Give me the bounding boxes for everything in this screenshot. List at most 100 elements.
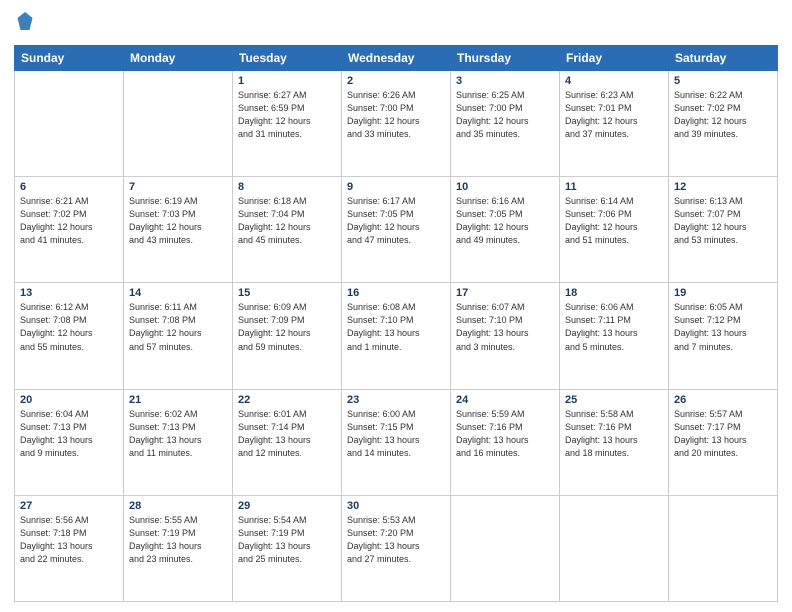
day-number: 19 — [674, 287, 772, 299]
week-row-3: 13Sunrise: 6:12 AM Sunset: 7:08 PM Dayli… — [15, 283, 778, 389]
week-row-4: 20Sunrise: 6:04 AM Sunset: 7:13 PM Dayli… — [15, 389, 778, 495]
day-info: Sunrise: 6:17 AM Sunset: 7:05 PM Dayligh… — [347, 195, 445, 247]
day-number: 3 — [456, 75, 554, 87]
weekday-header-wednesday: Wednesday — [342, 46, 451, 71]
weekday-header-row: SundayMondayTuesdayWednesdayThursdayFrid… — [15, 46, 778, 71]
day-info: Sunrise: 5:56 AM Sunset: 7:18 PM Dayligh… — [20, 514, 118, 566]
day-number: 4 — [565, 75, 663, 87]
calendar-cell — [124, 71, 233, 177]
day-info: Sunrise: 6:18 AM Sunset: 7:04 PM Dayligh… — [238, 195, 336, 247]
day-info: Sunrise: 6:08 AM Sunset: 7:10 PM Dayligh… — [347, 301, 445, 353]
day-number: 16 — [347, 287, 445, 299]
day-info: Sunrise: 5:59 AM Sunset: 7:16 PM Dayligh… — [456, 408, 554, 460]
calendar-cell: 25Sunrise: 5:58 AM Sunset: 7:16 PM Dayli… — [560, 389, 669, 495]
calendar-cell — [560, 495, 669, 601]
day-number: 28 — [129, 500, 227, 512]
day-number: 21 — [129, 394, 227, 406]
calendar-cell: 2 Sunrise: 6:26 AM Sunset: 7:00 PM Daylig… — [342, 71, 451, 177]
calendar-cell: 20Sunrise: 6:04 AM Sunset: 7:13 PM Dayli… — [15, 389, 124, 495]
weekday-header-saturday: Saturday — [669, 46, 778, 71]
calendar-cell — [669, 495, 778, 601]
day-number: 10 — [456, 181, 554, 193]
calendar-cell: 26 Sunrise: 5:57 AM Sunset: 7:17 PM Dayli… — [669, 389, 778, 495]
calendar-cell: 21 Sunrise: 6:02 AM Sunset: 7:13 PM Dayli… — [124, 389, 233, 495]
day-number: 9 — [347, 181, 445, 193]
week-row-1: 1 Sunrise: 6:27 AM Sunset: 6:59 PM Daylig… — [15, 71, 778, 177]
calendar-cell: 12 Sunrise: 6:13 AM Sunset: 7:07 PM Dayli… — [669, 177, 778, 283]
weekday-header-sunday: Sunday — [15, 46, 124, 71]
calendar-cell: 19 Sunrise: 6:05 AM Sunset: 7:12 PM Dayli… — [669, 283, 778, 389]
calendar-cell: 14 Sunrise: 6:11 AM Sunset: 7:08 PM Dayli… — [124, 283, 233, 389]
day-info: Sunrise: 6:00 AM Sunset: 7:15 PM Dayligh… — [347, 408, 445, 460]
day-number: 30 — [347, 500, 445, 512]
weekday-header-friday: Friday — [560, 46, 669, 71]
day-number: 29 — [238, 500, 336, 512]
calendar-cell: 7Sunrise: 6:19 AM Sunset: 7:03 PM Daylig… — [124, 177, 233, 283]
calendar-cell — [451, 495, 560, 601]
calendar-cell: 4 Sunrise: 6:23 AM Sunset: 7:01 PM Daylig… — [560, 71, 669, 177]
calendar-cell: 27 Sunrise: 5:56 AM Sunset: 7:18 PM Dayli… — [15, 495, 124, 601]
day-number: 5 — [674, 75, 772, 87]
day-number: 22 — [238, 394, 336, 406]
logo — [14, 10, 36, 37]
weekday-header-thursday: Thursday — [451, 46, 560, 71]
calendar-cell: 18 Sunrise: 6:06 AM Sunset: 7:11 PM Dayli… — [560, 283, 669, 389]
day-info: Sunrise: 6:23 AM Sunset: 7:01 PM Dayligh… — [565, 89, 663, 141]
day-number: 24 — [456, 394, 554, 406]
calendar-cell: 24 Sunrise: 5:59 AM Sunset: 7:16 PM Dayli… — [451, 389, 560, 495]
day-number: 18 — [565, 287, 663, 299]
calendar-cell — [15, 71, 124, 177]
weekday-header-tuesday: Tuesday — [233, 46, 342, 71]
day-info: Sunrise: 6:13 AM Sunset: 7:07 PM Dayligh… — [674, 195, 772, 247]
calendar-cell: 13Sunrise: 6:12 AM Sunset: 7:08 PM Dayli… — [15, 283, 124, 389]
calendar-cell: 30 Sunrise: 5:53 AM Sunset: 7:20 PM Dayli… — [342, 495, 451, 601]
day-info: Sunrise: 6:19 AM Sunset: 7:03 PM Dayligh… — [129, 195, 227, 247]
day-number: 17 — [456, 287, 554, 299]
day-number: 8 — [238, 181, 336, 193]
calendar-cell: 8 Sunrise: 6:18 AM Sunset: 7:04 PM Daylig… — [233, 177, 342, 283]
week-row-2: 6 Sunrise: 6:21 AM Sunset: 7:02 PM Daylig… — [15, 177, 778, 283]
day-number: 1 — [238, 75, 336, 87]
calendar-table: SundayMondayTuesdayWednesdayThursdayFrid… — [14, 45, 778, 602]
day-info: Sunrise: 5:53 AM Sunset: 7:20 PM Dayligh… — [347, 514, 445, 566]
day-info: Sunrise: 6:05 AM Sunset: 7:12 PM Dayligh… — [674, 301, 772, 353]
day-info: Sunrise: 5:57 AM Sunset: 7:17 PM Dayligh… — [674, 408, 772, 460]
day-info: Sunrise: 6:26 AM Sunset: 7:00 PM Dayligh… — [347, 89, 445, 141]
page: SundayMondayTuesdayWednesdayThursdayFrid… — [0, 0, 792, 612]
day-info: Sunrise: 6:01 AM Sunset: 7:14 PM Dayligh… — [238, 408, 336, 460]
calendar-cell: 28Sunrise: 5:55 AM Sunset: 7:19 PM Dayli… — [124, 495, 233, 601]
calendar-cell: 6 Sunrise: 6:21 AM Sunset: 7:02 PM Daylig… — [15, 177, 124, 283]
day-info: Sunrise: 6:16 AM Sunset: 7:05 PM Dayligh… — [456, 195, 554, 247]
calendar-cell: 11 Sunrise: 6:14 AM Sunset: 7:06 PM Dayli… — [560, 177, 669, 283]
day-number: 11 — [565, 181, 663, 193]
day-info: Sunrise: 6:14 AM Sunset: 7:06 PM Dayligh… — [565, 195, 663, 247]
day-info: Sunrise: 5:54 AM Sunset: 7:19 PM Dayligh… — [238, 514, 336, 566]
day-number: 2 — [347, 75, 445, 87]
day-number: 27 — [20, 500, 118, 512]
day-info: Sunrise: 6:02 AM Sunset: 7:13 PM Dayligh… — [129, 408, 227, 460]
calendar-cell: 9 Sunrise: 6:17 AM Sunset: 7:05 PM Daylig… — [342, 177, 451, 283]
day-info: Sunrise: 6:04 AM Sunset: 7:13 PM Dayligh… — [20, 408, 118, 460]
day-info: Sunrise: 6:21 AM Sunset: 7:02 PM Dayligh… — [20, 195, 118, 247]
day-info: Sunrise: 6:27 AM Sunset: 6:59 PM Dayligh… — [238, 89, 336, 141]
header — [14, 10, 778, 37]
day-number: 6 — [20, 181, 118, 193]
calendar-cell: 16 Sunrise: 6:08 AM Sunset: 7:10 PM Dayli… — [342, 283, 451, 389]
week-row-5: 27 Sunrise: 5:56 AM Sunset: 7:18 PM Dayli… — [15, 495, 778, 601]
calendar-cell: 10 Sunrise: 6:16 AM Sunset: 7:05 PM Dayli… — [451, 177, 560, 283]
calendar-cell: 29 Sunrise: 5:54 AM Sunset: 7:19 PM Dayli… — [233, 495, 342, 601]
day-number: 26 — [674, 394, 772, 406]
day-info: Sunrise: 6:07 AM Sunset: 7:10 PM Dayligh… — [456, 301, 554, 353]
day-number: 14 — [129, 287, 227, 299]
weekday-header-monday: Monday — [124, 46, 233, 71]
day-number: 12 — [674, 181, 772, 193]
calendar-cell: 1 Sunrise: 6:27 AM Sunset: 6:59 PM Daylig… — [233, 71, 342, 177]
day-number: 15 — [238, 287, 336, 299]
calendar-cell: 5Sunrise: 6:22 AM Sunset: 7:02 PM Daylig… — [669, 71, 778, 177]
day-info: Sunrise: 6:11 AM Sunset: 7:08 PM Dayligh… — [129, 301, 227, 353]
day-info: Sunrise: 5:58 AM Sunset: 7:16 PM Dayligh… — [565, 408, 663, 460]
day-info: Sunrise: 6:06 AM Sunset: 7:11 PM Dayligh… — [565, 301, 663, 353]
day-info: Sunrise: 6:09 AM Sunset: 7:09 PM Dayligh… — [238, 301, 336, 353]
calendar-cell: 22 Sunrise: 6:01 AM Sunset: 7:14 PM Dayli… — [233, 389, 342, 495]
day-info: Sunrise: 6:12 AM Sunset: 7:08 PM Dayligh… — [20, 301, 118, 353]
